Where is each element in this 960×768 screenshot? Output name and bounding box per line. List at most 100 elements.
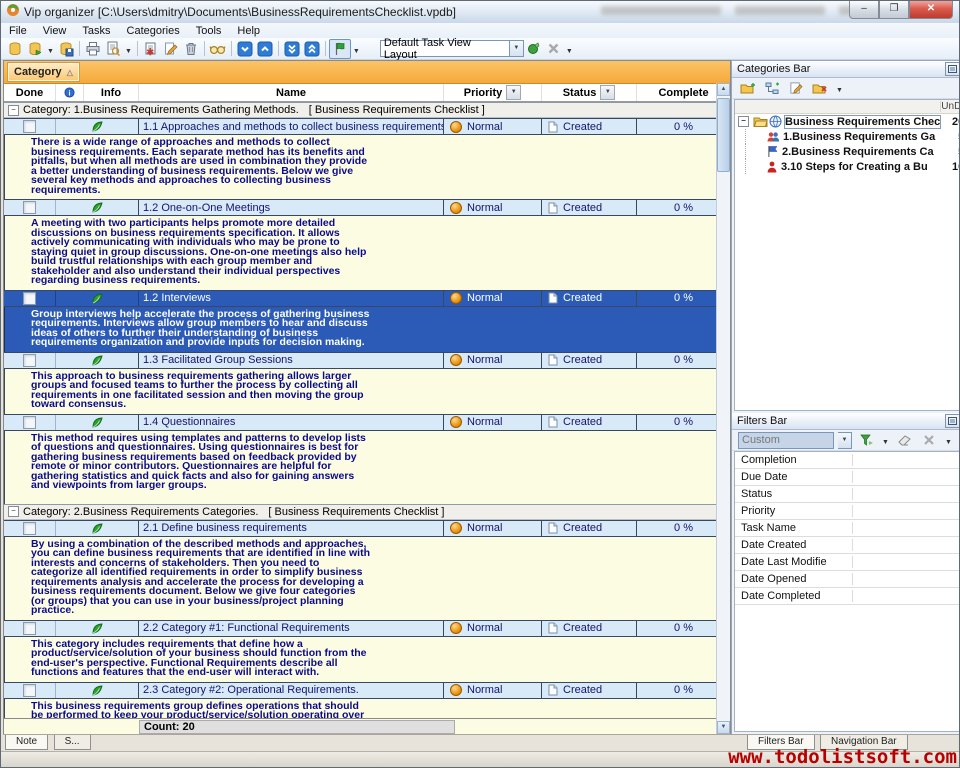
apply-layout-button[interactable] (524, 40, 544, 58)
filter-row[interactable]: Date Last Modifie ▼ (735, 554, 960, 571)
print-preview-button[interactable] (103, 40, 123, 58)
maximize-button[interactable]: ❐ (879, 1, 909, 19)
task-checkbox[interactable] (23, 201, 36, 214)
task-row[interactable]: 1.4 Questionnaires Normal Created 0 % (4, 414, 730, 431)
categories-toolbar-overflow-icon[interactable]: ▼ (834, 84, 845, 98)
delete-category-button[interactable] (810, 79, 830, 97)
column-priority-icon-header[interactable]: i (56, 84, 84, 101)
column-done[interactable]: Done (4, 84, 56, 101)
task-row[interactable]: 2.1 Define business requirements Normal … (4, 520, 730, 537)
scroll-up-icon[interactable]: ▲ (717, 83, 730, 96)
category-group-row[interactable]: − Category: 2.Business Requirements Cate… (4, 504, 730, 520)
task-checkbox[interactable] (23, 622, 36, 635)
task-checkbox[interactable] (23, 354, 36, 367)
task-note-row[interactable]: Group interviews help accelerate the pro… (4, 307, 730, 352)
filter-row[interactable]: Date Completed ▼ (735, 588, 960, 605)
task-row[interactable]: 1.1 Approaches and methods to collect bu… (4, 118, 730, 135)
task-checkbox[interactable] (23, 120, 36, 133)
column-priority[interactable]: Priority▼ (444, 84, 542, 101)
clear-filter-button[interactable] (895, 431, 915, 449)
delete-filter-button[interactable] (919, 431, 939, 449)
filter-row[interactable]: Completion ▼ (735, 452, 960, 469)
menu-view[interactable]: View (35, 25, 75, 37)
dropdown-caret-icon[interactable]: ▼ (351, 45, 362, 59)
column-name[interactable]: Name (139, 84, 444, 101)
task-note-row[interactable]: By using a combination of the described … (4, 537, 730, 620)
filter-preset-dropdown-icon[interactable]: ▼ (838, 432, 852, 449)
filter-row[interactable]: Date Created ▼ (735, 537, 960, 554)
task-row[interactable]: 1.2 Interviews Normal Created 0 % (4, 290, 730, 307)
category-tree-item[interactable]: − Business Requirements Chec 20 20 (735, 114, 960, 129)
column-undone[interactable]: UnD... (940, 101, 960, 112)
notify-flag-button[interactable] (329, 39, 351, 59)
task-note-row[interactable]: This method requires using templates and… (4, 431, 730, 495)
filter-row[interactable]: Task Name (735, 520, 960, 537)
new-subcategory-button[interactable] (762, 79, 782, 97)
task-checkbox[interactable] (23, 522, 36, 535)
new-database-button[interactable] (5, 40, 25, 58)
task-note-row[interactable]: This category includes requirements that… (4, 637, 730, 682)
scroll-down-icon[interactable]: ▼ (717, 721, 730, 734)
vertical-scrollbar[interactable]: ▲ ▼ (716, 83, 730, 734)
move-top-button[interactable] (302, 40, 322, 58)
categories-restore-icon[interactable] (945, 62, 960, 76)
layout-combo-dropdown-icon[interactable]: ▼ (510, 40, 524, 57)
delete-task-button[interactable] (181, 40, 201, 58)
filters-toolbar-overflow-icon[interactable]: ▼ (943, 436, 954, 450)
collapse-icon[interactable]: − (8, 506, 19, 517)
priority-filter-dropdown-icon[interactable]: ▼ (506, 85, 521, 100)
collapse-icon[interactable]: − (738, 116, 749, 127)
task-view-layout-combo[interactable]: Default Task View Layout (380, 40, 510, 57)
apply-filter-dropdown-icon[interactable]: ▼ (880, 436, 891, 450)
task-row[interactable]: 2.2 Category #1: Functional Requirements… (4, 620, 730, 637)
filter-row[interactable]: Due Date ▼ (735, 469, 960, 486)
move-down-button[interactable] (235, 40, 255, 58)
menu-tasks[interactable]: Tasks (74, 25, 118, 37)
move-up-button[interactable] (255, 40, 275, 58)
task-note-row[interactable]: There is a wide range of approaches and … (4, 135, 730, 199)
dropdown-caret-icon[interactable]: ▼ (123, 45, 134, 59)
menu-categories[interactable]: Categories (119, 25, 188, 37)
column-info[interactable]: Info (84, 84, 139, 101)
task-note-row[interactable]: This approach to business requirements g… (4, 369, 730, 414)
scrollbar-thumb[interactable] (717, 98, 730, 172)
menu-file[interactable]: File (1, 25, 35, 37)
save-database-button[interactable] (56, 40, 76, 58)
apply-filter-button[interactable] (856, 431, 876, 449)
group-by-category-button[interactable]: Category △ (8, 63, 79, 81)
new-category-button[interactable] (738, 79, 758, 97)
print-button[interactable] (83, 40, 103, 58)
edit-category-button[interactable] (786, 79, 806, 97)
dropdown-caret-icon[interactable]: ▼ (45, 45, 56, 59)
category-tree-item[interactable]: 3.10 Steps for Creating a Bu 10 10 (735, 159, 960, 174)
task-row[interactable]: 2.3 Category #2: Operational Requirement… (4, 682, 730, 699)
task-checkbox[interactable] (23, 684, 36, 697)
tab-note[interactable]: Note (5, 735, 48, 750)
filter-row[interactable]: Priority ▼ (735, 503, 960, 520)
filter-preset-combo[interactable]: Custom (738, 432, 834, 449)
column-status[interactable]: Status▼ (542, 84, 637, 101)
filter-row[interactable]: Date Opened ▼ (735, 571, 960, 588)
menu-help[interactable]: Help (229, 25, 268, 37)
tab-s[interactable]: S... (54, 735, 91, 750)
view-notes-button[interactable] (208, 40, 228, 58)
move-bottom-button[interactable] (282, 40, 302, 58)
toolbar-overflow-icon[interactable]: ▼ (564, 45, 575, 59)
filters-restore-icon[interactable] (945, 414, 960, 428)
task-checkbox[interactable] (23, 416, 36, 429)
task-row[interactable]: 1.2 One-on-One Meetings Normal Created 0… (4, 199, 730, 216)
collapse-icon[interactable]: − (8, 105, 19, 116)
delete-layout-button[interactable] (544, 40, 564, 58)
minimize-button[interactable]: – (849, 1, 879, 19)
category-group-row[interactable]: − Category: 1.Business Requirements Gath… (4, 102, 730, 118)
category-tree-item[interactable]: 1.Business Requirements Ga 5 5 (735, 129, 960, 144)
status-filter-dropdown-icon[interactable]: ▼ (600, 85, 615, 100)
close-button[interactable]: ✕ (909, 1, 953, 19)
task-row[interactable]: 1.3 Facilitated Group Sessions Normal Cr… (4, 352, 730, 369)
menu-tools[interactable]: Tools (188, 25, 230, 37)
task-note-row[interactable]: A meeting with two participants helps pr… (4, 216, 730, 290)
new-task-button[interactable]: ✱ (141, 40, 161, 58)
category-tree-item[interactable]: 2.Business Requirements Ca 5 5 (735, 144, 960, 159)
edit-task-button[interactable] (161, 40, 181, 58)
task-note-row[interactable]: This business requirements group defines… (4, 699, 730, 719)
